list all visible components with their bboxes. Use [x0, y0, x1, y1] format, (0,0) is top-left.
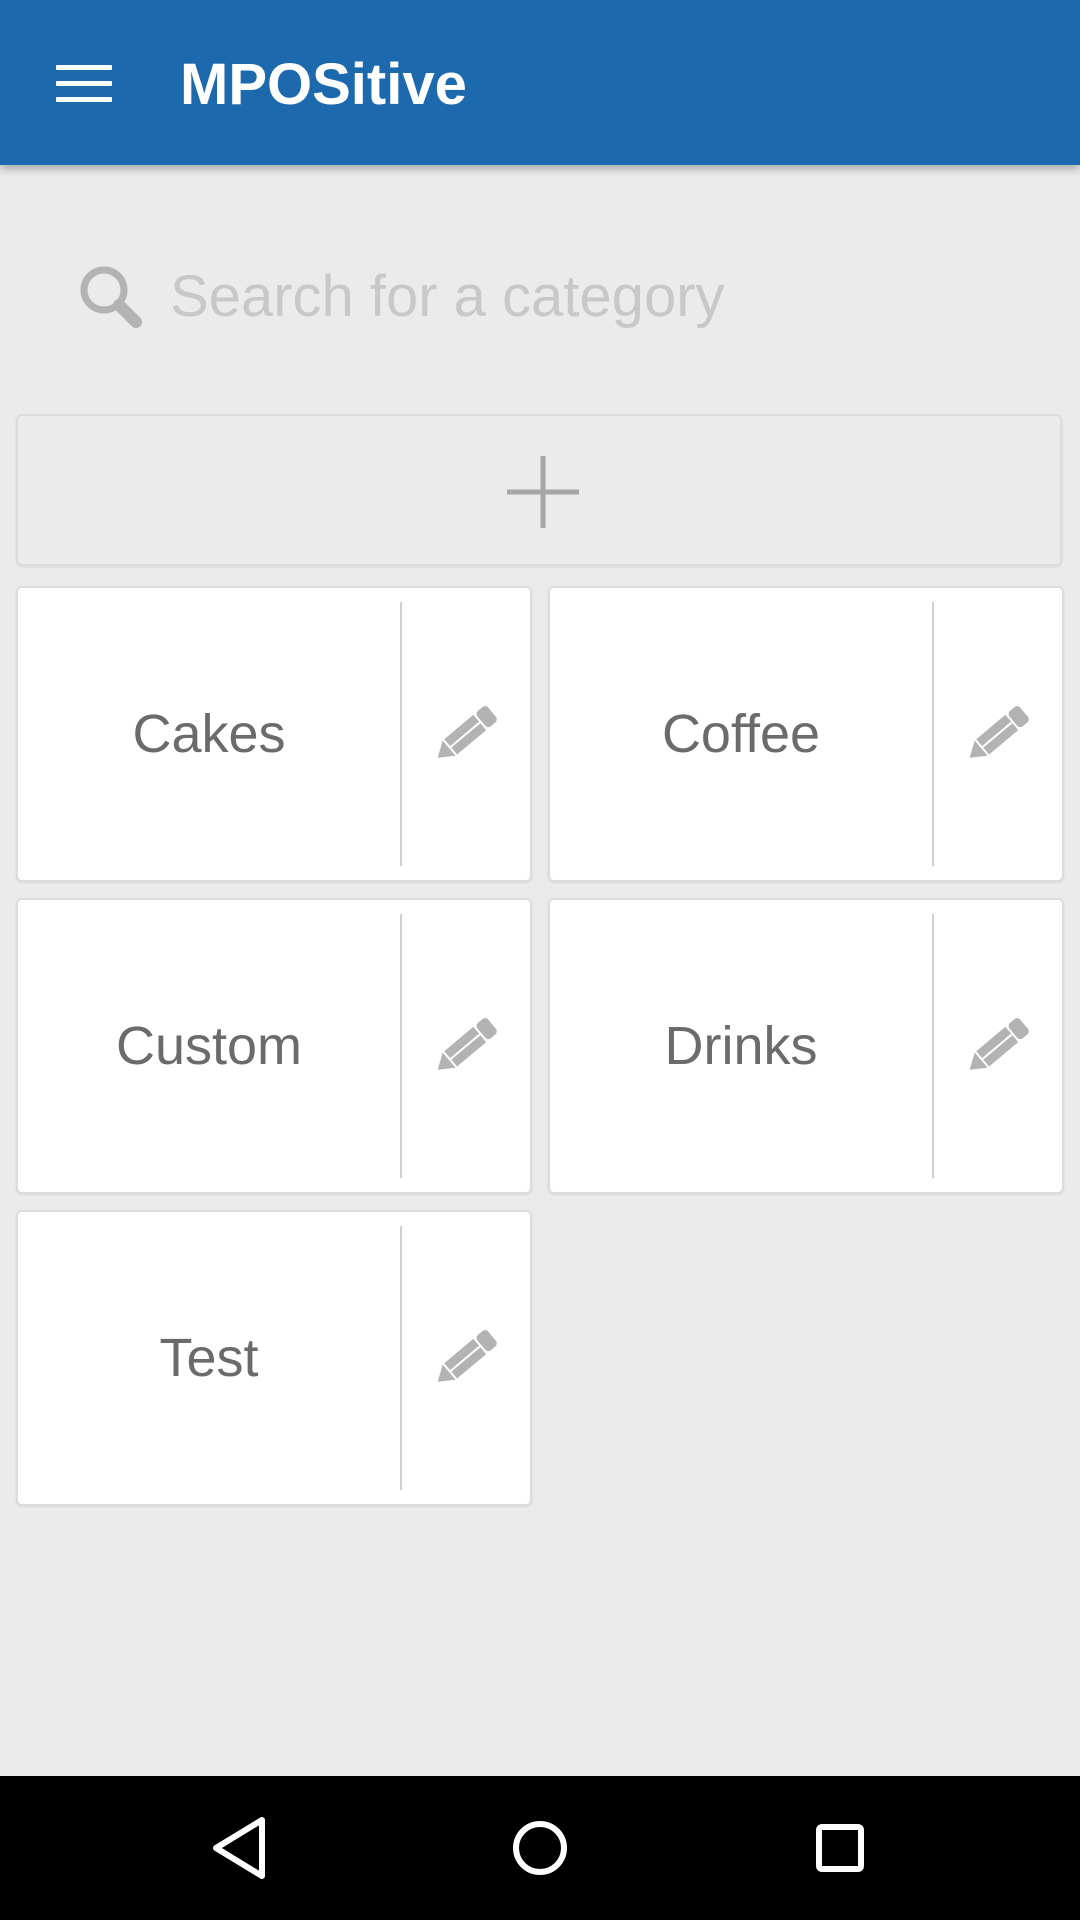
hamburger-menu-icon-line [56, 81, 112, 86]
category-grid: Cakes Coffee Custom Drinks Test [16, 586, 1064, 1506]
category-label: Custom [115, 1016, 303, 1076]
menu-button[interactable] [36, 45, 132, 125]
edit-category-button[interactable] [402, 900, 530, 1192]
category-label: Cakes [132, 704, 286, 764]
recents-button[interactable] [790, 1798, 890, 1898]
pencil-icon [969, 706, 1029, 758]
category-card-cakes[interactable]: Cakes [16, 586, 532, 882]
pencil-icon [969, 1018, 1029, 1070]
back-triangle-icon [213, 1817, 265, 1879]
pencil-icon [437, 706, 497, 758]
search-input[interactable] [170, 260, 1010, 332]
hamburger-menu-icon-line [56, 65, 112, 70]
category-label: Test [159, 1328, 259, 1388]
category-card-custom[interactable]: Custom [16, 898, 532, 1194]
edit-category-button[interactable] [934, 900, 1062, 1192]
plus-icon [507, 456, 579, 528]
category-card-coffee[interactable]: Coffee [548, 586, 1064, 882]
search-bar [60, 240, 1020, 350]
category-card-test[interactable]: Test [16, 1210, 532, 1506]
pencil-icon [437, 1330, 497, 1382]
search-icon [80, 266, 142, 328]
add-category-button[interactable] [16, 414, 1062, 566]
category-card-drinks[interactable]: Drinks [548, 898, 1064, 1194]
back-button[interactable] [190, 1798, 290, 1898]
hamburger-menu-icon-line [56, 97, 112, 102]
system-nav-bar [0, 1776, 1080, 1920]
home-circle-icon [513, 1821, 567, 1875]
category-label: Coffee [661, 704, 821, 764]
edit-category-button[interactable] [402, 1212, 530, 1504]
app-title: MPOSitive [180, 52, 467, 117]
pencil-icon [437, 1018, 497, 1070]
category-label: Drinks [664, 1016, 818, 1076]
edit-category-button[interactable] [402, 588, 530, 880]
recents-square-icon [816, 1824, 864, 1872]
home-button[interactable] [490, 1798, 590, 1898]
edit-category-button[interactable] [934, 588, 1062, 880]
app-bar: MPOSitive [0, 0, 1080, 165]
